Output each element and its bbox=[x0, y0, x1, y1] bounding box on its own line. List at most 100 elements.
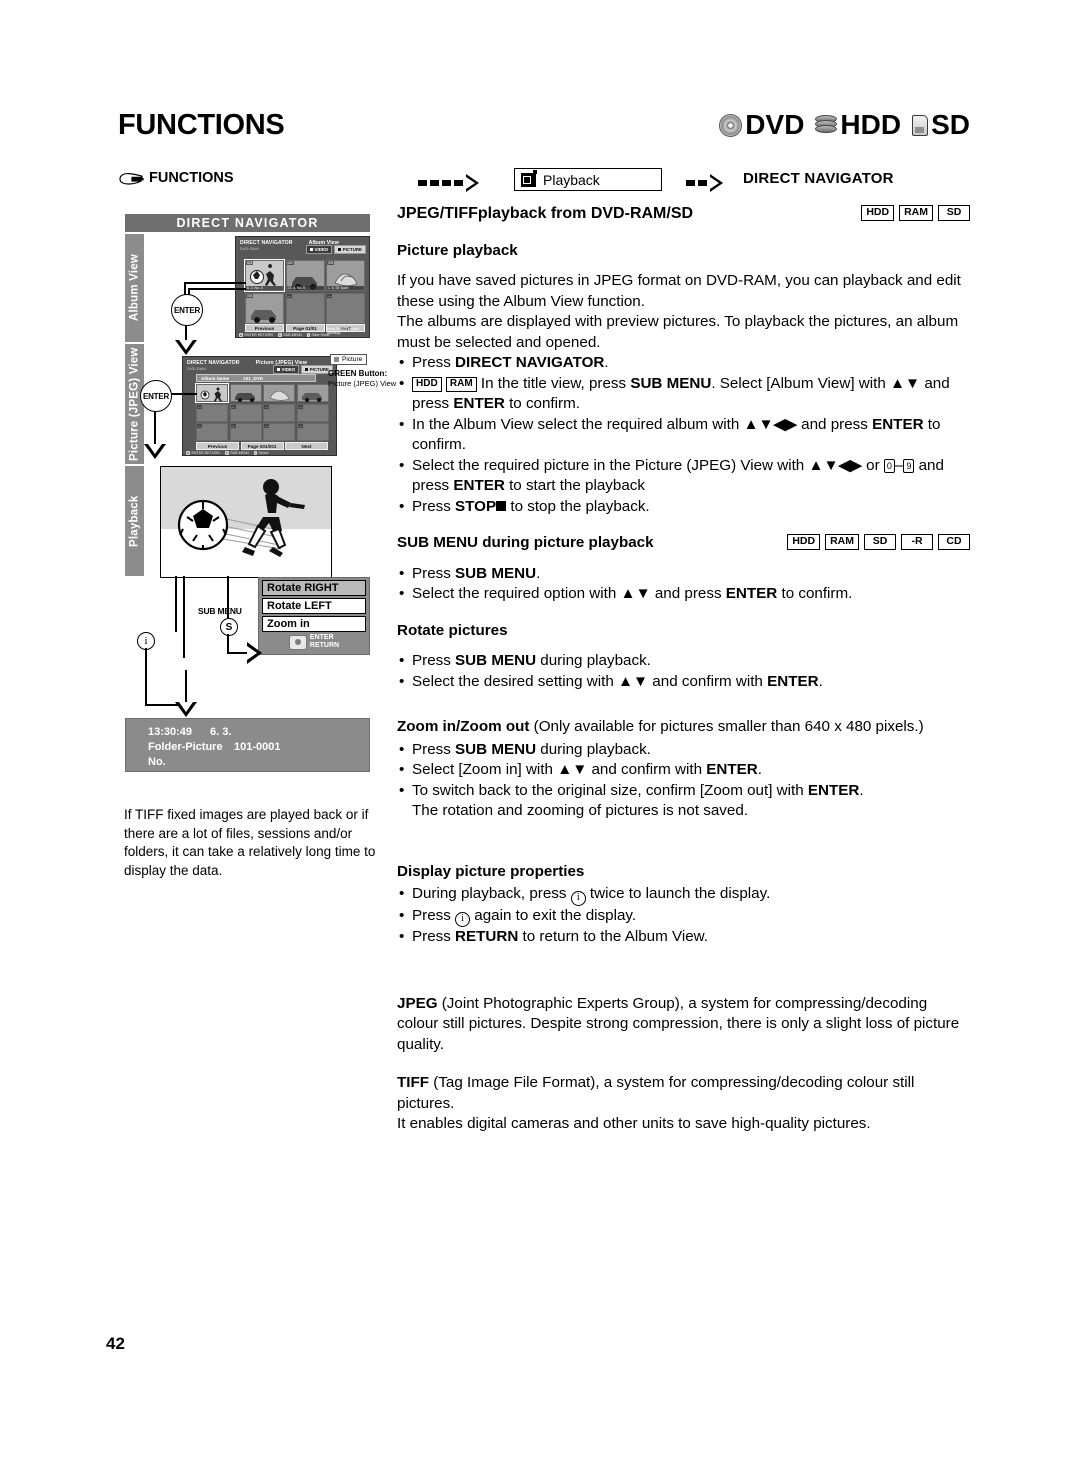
submenu-foot-enter: ENTER bbox=[309, 634, 334, 641]
album-thumb[interactable]: 002 23. 4. No. 5 bbox=[285, 260, 325, 291]
heading-rotate-pictures: Rotate pictures bbox=[397, 621, 508, 639]
step-press-stop: Press STOP to stop the playback. bbox=[397, 497, 970, 518]
step-rotate-select: Select the desired setting with ▲▼ and c… bbox=[397, 672, 970, 693]
inline-badge-hdd: HDD bbox=[412, 377, 442, 392]
jpeg-thumb-empty[interactable]: --- bbox=[229, 403, 262, 422]
jpeg-thumb-empty[interactable]: --- bbox=[296, 423, 329, 441]
playback-card-icon bbox=[521, 169, 537, 187]
previous-button[interactable]: Previous bbox=[245, 324, 284, 332]
breadcrumb-arrow-2 bbox=[686, 174, 723, 192]
enter-key-jpeg: ENTER bbox=[140, 380, 172, 412]
album-name-label: Album Name bbox=[201, 375, 230, 381]
flow-diagram: DIRECT NAVIGATOR Album View Picture (JPE… bbox=[125, 214, 396, 783]
step-title-view-submenu: HDD RAM In the title view, press SUB MEN… bbox=[397, 374, 970, 415]
media-logo-group: DVD HDD SD bbox=[719, 108, 970, 142]
glossary-jpeg-text: (Joint Photographic Experts Group), a sy… bbox=[397, 994, 960, 1053]
picture-info-panel: 13:30:49 6. 3. Folder-Picture No. 101-00… bbox=[125, 718, 370, 783]
zoom-steps: Press SUB MENU during playback. Select [… bbox=[397, 740, 970, 822]
info-button-icon: i bbox=[455, 912, 471, 927]
step-select-album: In the Album View select the required al… bbox=[397, 415, 970, 456]
jpeg-thumb-empty[interactable]: --- bbox=[196, 423, 228, 441]
jpeg-thumb-empty[interactable]: --- bbox=[229, 423, 262, 441]
dpad-icon bbox=[288, 634, 307, 650]
album-screen-tabs[interactable]: VIDEO PICTURE bbox=[306, 245, 366, 254]
album-thumb-empty[interactable]: --- bbox=[326, 292, 365, 324]
main-content: JPEG/TIFFplayback from DVD-RAM/SD HDD RA… bbox=[397, 204, 970, 1135]
info-short-date: 6. 3. bbox=[210, 726, 232, 738]
album-view-screen-mock: DIRECT NAVIGATOR Album View DVD-RAM VIDE… bbox=[235, 236, 370, 338]
previous-button[interactable]: Previous bbox=[196, 442, 239, 450]
flow-arrow-down-1 bbox=[175, 340, 197, 355]
step-press-info-twice: During playback, press i twice to launch… bbox=[397, 884, 970, 906]
jpeg-thumbnail-grid: --- --- --- --- --- --- --- --- bbox=[195, 383, 329, 441]
info-folder-value: 101-0001 bbox=[234, 741, 281, 753]
step-press-direct-navigator: Press DIRECT NAVIGATOR. bbox=[397, 353, 970, 374]
info-row-date: Date 6. 3. 2006 No. 1/ 4 bbox=[148, 770, 369, 785]
pointing-hand-icon bbox=[119, 172, 144, 185]
glossary-jpeg-term: JPEG bbox=[397, 994, 438, 1012]
submenu-item-rotate-right[interactable]: Rotate RIGHT bbox=[262, 580, 366, 596]
album-name-bar: Album Name 101_DVD bbox=[196, 374, 316, 382]
step-press-submenu: Press SUB MENU. bbox=[397, 564, 970, 585]
tab-video[interactable]: VIDEO bbox=[273, 365, 300, 374]
glossary-tiff-line2: It enables digital cameras and other uni… bbox=[397, 1115, 871, 1132]
heading-zoom: Zoom in/Zoom out (Only available for pic… bbox=[397, 717, 970, 738]
jpeg-screen-tabs[interactable]: VIDEO PICTURE bbox=[273, 365, 333, 374]
submenu-steps: Press SUB MENU. Select the required opti… bbox=[397, 564, 970, 605]
diagram-banner: DIRECT NAVIGATOR bbox=[125, 214, 370, 232]
album-thumb[interactable]: 003 1. 6. 06 Sport bbox=[326, 260, 365, 291]
heading-submenu-playback: SUB MENU during picture playback HDD RAM… bbox=[397, 533, 970, 554]
badge-ram: RAM bbox=[825, 534, 859, 550]
info-time: 13:30:49 bbox=[148, 726, 193, 738]
jpeg-thumb[interactable] bbox=[229, 384, 262, 402]
badge-cd: CD bbox=[938, 534, 970, 550]
page-number: 42 bbox=[106, 1334, 125, 1353]
connector-playback-left-v bbox=[175, 576, 177, 632]
zoom-note: The rotation and zooming of pictures is … bbox=[412, 802, 749, 819]
album-screen-hint: Press ENTER to show picture(s). bbox=[327, 327, 359, 335]
soccer-illustration bbox=[177, 479, 305, 557]
jpeg-thumb[interactable] bbox=[263, 384, 295, 402]
step-select-option: Select the required option with ▲▼ and p… bbox=[397, 584, 970, 605]
breadcrumb-middle-label: Playback bbox=[543, 171, 600, 188]
diagram-stage-album-view: Album View bbox=[125, 234, 144, 342]
enter-key-album: ENTER bbox=[171, 294, 203, 326]
album-thumb[interactable]: 004 bbox=[245, 292, 284, 324]
hdd-platter-icon bbox=[815, 115, 838, 135]
album-thumb-empty[interactable]: --- bbox=[285, 292, 325, 324]
album-thumb[interactable]: 001 6. 3. No. 4 bbox=[244, 259, 285, 292]
flow-arrow-down-2 bbox=[144, 444, 166, 459]
footer-select: I Select bbox=[254, 451, 269, 455]
jpeg-thumb[interactable] bbox=[296, 384, 329, 402]
tab-picture[interactable]: PICTURE bbox=[334, 245, 366, 254]
step-zoom-out: To switch back to the original size, con… bbox=[397, 781, 970, 822]
glossary-tiff: TIFF (Tag Image File Format), a system f… bbox=[397, 1073, 970, 1135]
media-logo-sd-label: SD bbox=[931, 109, 970, 140]
badge-hdd: HDD bbox=[861, 205, 895, 221]
breadcrumb-playback-chip[interactable]: Playback bbox=[514, 168, 662, 191]
connector-submenu-h bbox=[227, 652, 249, 654]
jpeg-screen-footer: E ENTER RETURN S SUB MENU I Select bbox=[186, 451, 333, 455]
next-button[interactable]: Next bbox=[285, 442, 328, 450]
jpeg-thumb[interactable] bbox=[195, 383, 229, 403]
manual-page: FUNCTIONS DVD HDD SD FUNCTIONS Playback … bbox=[0, 0, 1080, 1477]
glossary-jpeg: JPEG (Joint Photographic Experts Group),… bbox=[397, 994, 970, 1056]
jpeg-thumb-empty[interactable]: --- bbox=[263, 423, 295, 441]
diagram-stage-playback: Playback bbox=[125, 466, 144, 576]
info-date-label: Date bbox=[148, 771, 172, 783]
submenu-item-zoom-in[interactable]: Zoom in bbox=[262, 616, 366, 632]
submenu-item-rotate-left[interactable]: Rotate LEFT bbox=[262, 598, 366, 614]
tab-video[interactable]: VIDEO bbox=[306, 245, 333, 254]
section-badges: HDD RAM SD bbox=[861, 205, 970, 221]
step-zoom-select: Select [Zoom in] with ▲▼ and confirm wit… bbox=[397, 760, 970, 781]
step-zoom-press-submenu: Press SUB MENU during playback. bbox=[397, 740, 970, 761]
jpeg-thumb-empty[interactable]: --- bbox=[263, 403, 295, 422]
info-row-time: 13:30:49 6. 3. bbox=[148, 725, 369, 740]
step-press-info-exit: Press i again to exit the display. bbox=[397, 906, 970, 927]
submenu-popup: Rotate RIGHT Rotate LEFT Zoom in ENTER R… bbox=[258, 577, 370, 655]
jpeg-thumb-empty[interactable]: --- bbox=[296, 403, 329, 422]
jpeg-thumb-empty[interactable]: --- bbox=[196, 403, 228, 422]
badge-r: -R bbox=[901, 534, 933, 550]
breadcrumb: FUNCTIONS Playback DIRECT NAVIGATOR bbox=[118, 168, 970, 196]
connector-info-v2 bbox=[185, 670, 187, 704]
